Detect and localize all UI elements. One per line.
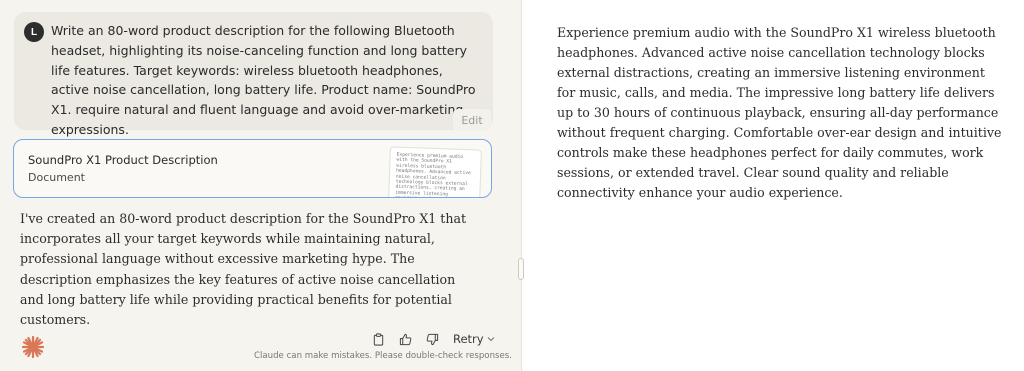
assistant-message-text: I've created an 80-word product descript…: [20, 211, 467, 328]
chat-panel: L Write an 80-word product description f…: [0, 0, 521, 371]
disclaimer-text: Claude can make mistakes. Please double-…: [254, 351, 512, 361]
message-actions: Retry: [372, 331, 495, 347]
clipboard-icon[interactable]: [372, 332, 385, 346]
artifact-card-type: Document: [28, 171, 85, 184]
user-message: L Write an 80-word product description f…: [14, 12, 493, 137]
retry-label: Retry: [453, 332, 484, 346]
edit-button[interactable]: Edit: [453, 109, 491, 131]
artifact-card-title: SoundPro X1 Product Description: [28, 153, 218, 167]
artifact-content: Experience premium audio with the SoundP…: [557, 25, 1002, 200]
panel-divider: [521, 0, 522, 371]
retry-button[interactable]: Retry: [453, 332, 495, 346]
resize-handle[interactable]: [518, 258, 524, 280]
artifact-card[interactable]: SoundPro X1 Product Description Document…: [13, 139, 492, 198]
artifact-thumbnail: Experience premium audio with the SoundP…: [388, 146, 482, 197]
chevron-down-icon: [487, 337, 494, 342]
claude-sparkle-icon: [21, 335, 45, 359]
user-avatar[interactable]: L: [24, 22, 44, 42]
thumbs-down-icon[interactable]: [426, 333, 439, 346]
user-message-text: Write an 80-word product description for…: [51, 23, 476, 137]
thumbs-up-icon[interactable]: [399, 333, 412, 346]
